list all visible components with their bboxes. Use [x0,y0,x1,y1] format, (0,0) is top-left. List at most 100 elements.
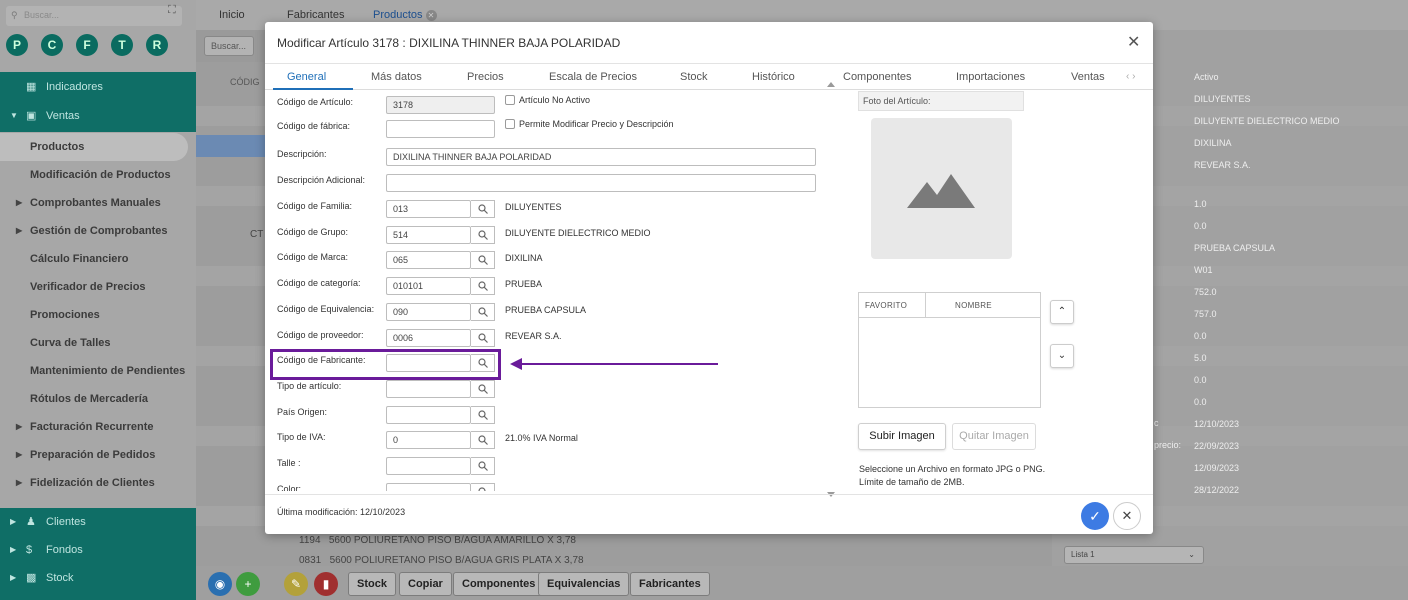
tipo-iva-input[interactable]: 0 [386,431,471,450]
lookup-button[interactable] [471,225,495,244]
lookup-button[interactable] [471,431,495,450]
sidebar-item[interactable]: Curva de Talles [0,329,196,357]
sidebar-item-label: Gestión de Comprobantes [30,225,168,237]
lookup-button[interactable] [471,200,495,218]
price-list-select[interactable]: Lista 1 ⌄ [1064,546,1204,564]
lookup-button[interactable] [471,482,495,491]
field-row-marca: Código de Marca: 065 DIXILINA [277,249,837,270]
price-list-value: Lista 1 [1071,550,1095,559]
sidebar-item[interactable]: ▶ Facturación Recurrente [0,413,196,441]
lookup-button[interactable] [471,379,495,398]
marca-input[interactable]: 065 [386,251,471,270]
confirm-button[interactable]: ✓ [1081,502,1109,530]
sidebar-item[interactable]: Verificador de Precios [0,273,196,301]
color-input[interactable] [386,482,471,491]
remove-image-button[interactable]: Quitar Imagen [952,423,1036,450]
sidebar-item[interactable]: Promociones [0,301,196,329]
tab-historico[interactable]: Histórico [752,71,795,83]
sidebar-item[interactable]: Mantenimiento de Pendientes [0,357,196,385]
equivalencia-input[interactable]: 090 [386,302,471,321]
components-button[interactable]: Componentes [453,572,545,596]
codigo-fabrica-input[interactable] [386,120,495,138]
copy-button[interactable]: Copiar [399,572,452,596]
sidebar-item-fondos[interactable]: ▶ $ Fondos [0,536,196,564]
sidebar-item[interactable]: Modificación de Productos [0,161,196,189]
sidebar-item[interactable]: ▶ Comprobantes Manuales [0,189,196,217]
shortcut-c-button[interactable]: C [41,34,63,56]
sidebar-item-stock[interactable]: ▶ ▩ Stock [0,564,196,592]
cancel-button[interactable]: ✕ [1113,502,1141,530]
tab-general[interactable]: General [287,71,326,83]
move-down-button[interactable]: ⌄ [1050,344,1074,368]
tab-componentes[interactable]: Componentes [843,71,912,83]
tipo-articulo-input[interactable] [386,379,471,398]
descripcion-adicional-input[interactable] [386,174,816,192]
no-activo-checkbox[interactable]: Artículo No Activo [505,95,590,105]
sidebar-item[interactable]: Productos [0,133,188,161]
sidebar-item-ventas[interactable]: ▼ ▣ Ventas [0,102,196,130]
checkbox-box[interactable] [505,119,515,129]
table-search-input[interactable]: Buscar... [204,36,254,56]
talle-input[interactable] [386,457,471,475]
tab-mas-datos[interactable]: Más datos [371,71,422,83]
proveedor-input[interactable]: 0006 [386,328,471,347]
users-icon: ♟ [26,516,36,528]
tab-inicio[interactable]: Inicio [219,9,245,21]
upload-image-button[interactable]: Subir Imagen [858,423,946,450]
box-icon: ▩ [26,572,37,584]
close-icon[interactable]: ✕ [425,10,437,21]
shortcut-r-button[interactable]: R [146,34,168,56]
view-button[interactable]: ◉ [208,572,232,596]
manufacturers-button[interactable]: Fabricantes [630,572,710,596]
delete-button[interactable]: ▮ [314,572,338,596]
stock-button[interactable]: Stock [348,572,396,596]
categoria-input[interactable]: 010101 [386,277,471,296]
close-icon[interactable]: ✕ [1127,32,1140,52]
sidebar-item[interactable]: ▶ Fidelización de Clientes [0,469,196,497]
table-row[interactable]: 1194 5600 POLIURETANO PISO B/AGUA AMARIL… [299,535,576,546]
sidebar-search-input[interactable]: ⚲ Buscar... [6,6,182,26]
add-button[interactable]: + [236,572,260,596]
vertical-scrollbar[interactable] [827,82,835,497]
equivalences-button[interactable]: Equivalencias [538,572,630,596]
sidebar-item-indicadores[interactable]: ▦ Indicadores [0,72,196,102]
shortcut-p-button[interactable]: P [6,34,28,56]
chevron-right-icon: ▶ [10,545,17,554]
descripcion-input[interactable]: DIXILINA THINNER BAJA POLARIDAD [386,148,816,166]
lookup-button[interactable] [471,328,495,347]
lookup-button[interactable] [471,251,495,270]
sidebar-item[interactable]: Rótulos de Mercadería [0,385,196,413]
sidebar-item[interactable]: Cálculo Financiero [0,245,196,273]
shortcut-f-button[interactable]: F [76,34,98,56]
lookup-button[interactable] [471,457,495,475]
lookup-button[interactable] [471,302,495,321]
chevron-right-icon: ▶ [16,478,23,487]
shortcut-t-button[interactable]: T [111,34,133,56]
tab-productos[interactable]: Productos ✕ [373,9,437,21]
grupo-input[interactable]: 514 [386,225,471,244]
tab-stock[interactable]: Stock [680,71,708,83]
tab-ventas[interactable]: Ventas [1071,71,1105,83]
sidebar-item-clientes[interactable]: ▶ ♟ Clientes [0,508,196,536]
checkbox-box[interactable] [505,95,515,105]
move-up-button[interactable]: ⌃ [1050,300,1074,324]
lookup-button[interactable] [471,405,495,424]
tab-precios[interactable]: Precios [467,71,504,83]
familia-input[interactable]: 013 [386,200,471,218]
detail-value: DILUYENTES [1194,94,1251,104]
selected-table-row[interactable] [196,135,266,157]
sidebar-item[interactable]: ▶ Preparación de Pedidos [0,441,196,469]
pais-origen-input[interactable] [386,405,471,424]
sidebar-item-label: Curva de Talles [30,337,111,349]
tab-scroll-arrows-icon[interactable]: ‹ › [1126,71,1135,82]
edit-button[interactable]: ✎ [284,572,308,596]
tab-importaciones[interactable]: Importaciones [956,71,1025,83]
tab-escala-precios[interactable]: Escala de Precios [549,71,637,83]
lookup-button[interactable] [471,277,495,296]
sidebar-item[interactable]: ▶ Gestión de Comprobantes [0,217,196,245]
expand-icon[interactable]: ⛶ [168,4,176,17]
codigo-articulo-input[interactable]: 3178 [386,96,495,114]
permite-modificar-checkbox[interactable]: Permite Modificar Precio y Descripción [505,119,674,129]
table-row[interactable]: 0831 5600 POLIURETANO PISO B/AGUA GRIS P… [299,555,584,565]
tab-fabricantes[interactable]: Fabricantes [287,9,344,21]
